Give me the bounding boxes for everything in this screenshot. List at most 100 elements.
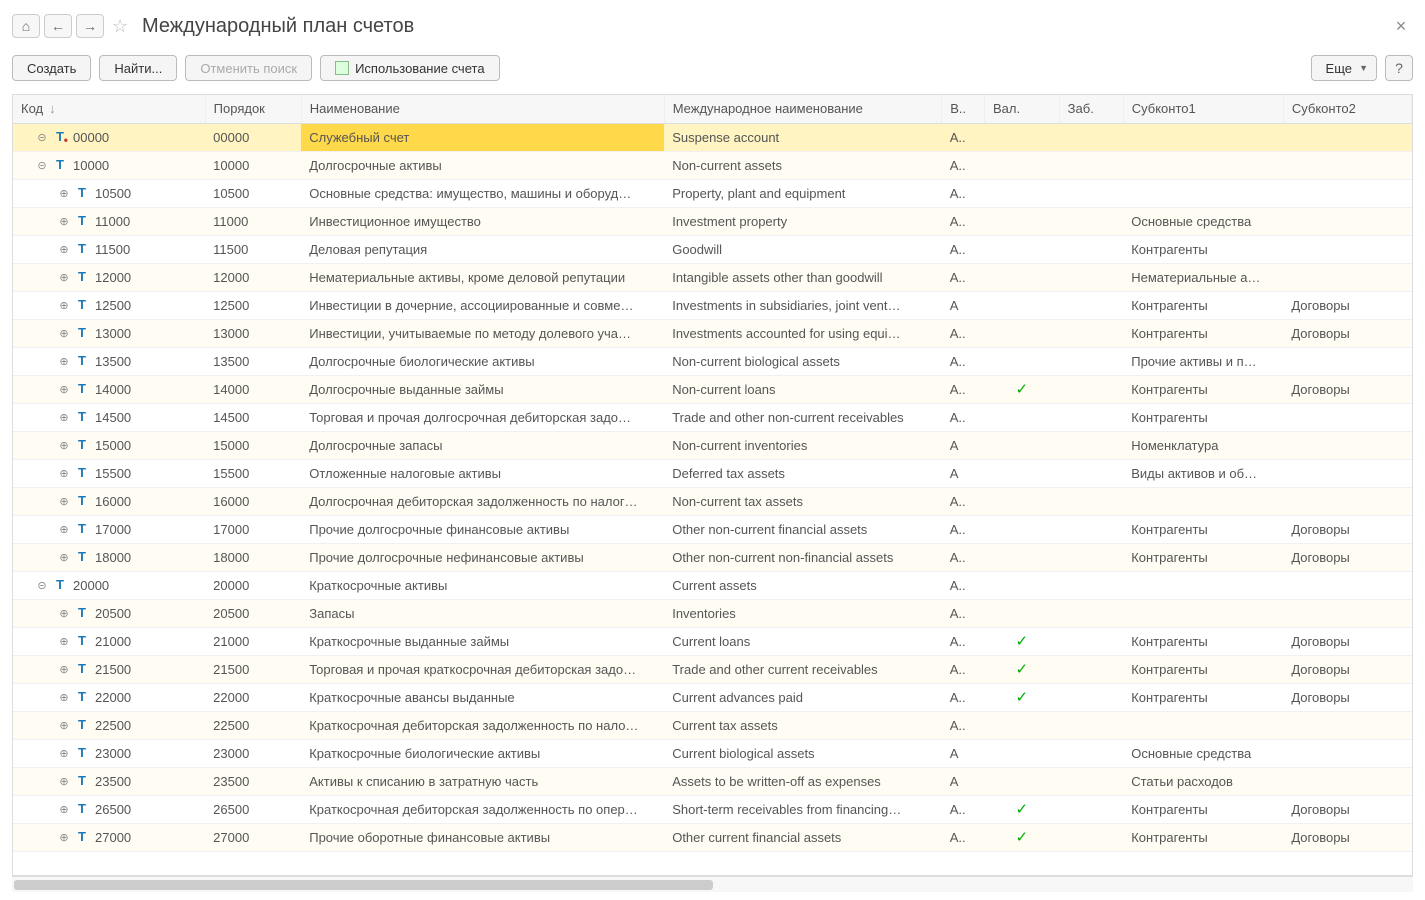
- horizontal-scrollbar[interactable]: [12, 876, 1413, 892]
- usage-button[interactable]: Использование счета: [320, 55, 499, 81]
- tree-expander-icon[interactable]: ⊕: [59, 747, 69, 760]
- cell-v: А..: [942, 543, 985, 571]
- tree-expander-icon[interactable]: ⊕: [59, 355, 69, 368]
- cell-sub2: [1283, 767, 1411, 795]
- cell-intl: Property, plant and equipment: [664, 179, 942, 207]
- close-button[interactable]: ×: [1389, 16, 1413, 37]
- col-intl[interactable]: Международное наименование: [664, 95, 942, 123]
- tree-expander-icon[interactable]: ⊕: [59, 691, 69, 704]
- cell-zab: [1059, 179, 1123, 207]
- col-v[interactable]: В..: [942, 95, 985, 123]
- account-type-icon: T: [53, 158, 67, 172]
- table-row[interactable]: ⊕T2050020500ЗапасыInventoriesА..: [13, 599, 1412, 627]
- cell-code: 16000: [95, 494, 131, 509]
- scrollbar-thumb[interactable]: [14, 880, 713, 890]
- usage-label: Использование счета: [355, 61, 484, 76]
- cell-sub1: Основные средства: [1123, 739, 1283, 767]
- tree-expander-icon[interactable]: ⊕: [59, 831, 69, 844]
- cell-order: 13500: [205, 347, 301, 375]
- tree-expander-icon[interactable]: ⊕: [59, 551, 69, 564]
- cell-name: Прочие долгосрочные финансовые активы: [301, 515, 664, 543]
- tree-expander-icon[interactable]: ⊕: [59, 719, 69, 732]
- home-button[interactable]: ⌂: [12, 14, 40, 38]
- table-row[interactable]: ⊕T2250022500Краткосрочная дебиторская за…: [13, 711, 1412, 739]
- checkmark-icon: ✓: [992, 800, 1051, 818]
- tree-expander-icon[interactable]: ⊕: [59, 467, 69, 480]
- tree-expander-icon[interactable]: ⊕: [59, 411, 69, 424]
- create-button[interactable]: Создать: [12, 55, 91, 81]
- table-row[interactable]: ⊕T1400014000Долгосрочные выданные займыN…: [13, 375, 1412, 403]
- tree-expander-icon[interactable]: ⊕: [59, 243, 69, 256]
- table-row[interactable]: ⊕T1050010500Основные средства: имущество…: [13, 179, 1412, 207]
- table-row[interactable]: ⊕T1800018000Прочие долгосрочные нефинанс…: [13, 543, 1412, 571]
- tree-expander-icon[interactable]: ⊝: [37, 579, 47, 592]
- cell-code: 12000: [95, 270, 131, 285]
- table-row[interactable]: ⊕T2100021000Краткосрочные выданные займы…: [13, 627, 1412, 655]
- tree-expander-icon[interactable]: ⊝: [37, 131, 47, 144]
- favorite-button[interactable]: ☆: [108, 14, 132, 38]
- checkmark-icon: ✓: [992, 632, 1051, 650]
- table-row[interactable]: ⊕T2300023000Краткосрочные биологические …: [13, 739, 1412, 767]
- col-zab[interactable]: Заб.: [1059, 95, 1123, 123]
- table-row[interactable]: ⊕T1150011500Деловая репутацияGoodwillА..…: [13, 235, 1412, 263]
- table-row[interactable]: ⊕T1600016000Долгосрочная дебиторская зад…: [13, 487, 1412, 515]
- tree-expander-icon[interactable]: ⊕: [59, 299, 69, 312]
- cell-sub1: Основные средства: [1123, 207, 1283, 235]
- tree-expander-icon[interactable]: ⊕: [59, 635, 69, 648]
- col-val[interactable]: Вал.: [984, 95, 1059, 123]
- table-row[interactable]: ⊕T1300013000Инвестиции, учитываемые по м…: [13, 319, 1412, 347]
- table-row[interactable]: ⊕T1500015000Долгосрочные запасыNon-curre…: [13, 431, 1412, 459]
- cell-val: [984, 263, 1059, 291]
- table-row[interactable]: ⊝T1000010000Долгосрочные активыNon-curre…: [13, 151, 1412, 179]
- help-button[interactable]: ?: [1385, 55, 1413, 81]
- forward-button[interactable]: →: [76, 14, 104, 38]
- cell-intl: Non-current tax assets: [664, 487, 942, 515]
- cell-order: 16000: [205, 487, 301, 515]
- cell-sub1: Прочие активы и п…: [1123, 347, 1283, 375]
- col-code[interactable]: Код: [13, 95, 205, 123]
- tree-expander-icon[interactable]: ⊕: [59, 327, 69, 340]
- tree-expander-icon[interactable]: ⊕: [59, 215, 69, 228]
- col-order[interactable]: Порядок: [205, 95, 301, 123]
- cell-intl: Non-current biological assets: [664, 347, 942, 375]
- tree-expander-icon[interactable]: ⊕: [59, 187, 69, 200]
- back-button[interactable]: ←: [44, 14, 72, 38]
- table-row[interactable]: ⊕T1550015500Отложенные налоговые активыD…: [13, 459, 1412, 487]
- col-sub2[interactable]: Субконто2: [1283, 95, 1411, 123]
- usage-icon: [335, 61, 349, 75]
- table-row[interactable]: ⊕T1350013500Долгосрочные биологические а…: [13, 347, 1412, 375]
- more-button[interactable]: Еще: [1311, 55, 1377, 81]
- table-row[interactable]: ⊕T2350023500Активы к списанию в затратну…: [13, 767, 1412, 795]
- col-name[interactable]: Наименование: [301, 95, 664, 123]
- tree-expander-icon[interactable]: ⊕: [59, 271, 69, 284]
- table-row[interactable]: ⊕T1100011000Инвестиционное имуществоInve…: [13, 207, 1412, 235]
- cell-val: [984, 543, 1059, 571]
- tree-expander-icon[interactable]: ⊕: [59, 495, 69, 508]
- table-row[interactable]: ⊕T2200022000Краткосрочные авансы выданны…: [13, 683, 1412, 711]
- table-row[interactable]: ⊕T1200012000Нематериальные активы, кроме…: [13, 263, 1412, 291]
- tree-expander-icon[interactable]: ⊕: [59, 803, 69, 816]
- table-row[interactable]: ⊕T1700017000Прочие долгосрочные финансов…: [13, 515, 1412, 543]
- table-row[interactable]: ⊕T1450014500Торговая и прочая долгосрочн…: [13, 403, 1412, 431]
- tree-expander-icon[interactable]: ⊕: [59, 383, 69, 396]
- table-row[interactable]: ⊕T2150021500Торговая и прочая краткосроч…: [13, 655, 1412, 683]
- accounts-table-wrap[interactable]: Код Порядок Наименование Международное н…: [12, 94, 1413, 876]
- cell-sub2: [1283, 235, 1411, 263]
- tree-expander-icon[interactable]: ⊕: [59, 775, 69, 788]
- col-sub1[interactable]: Субконто1: [1123, 95, 1283, 123]
- cell-val: ✓: [984, 375, 1059, 403]
- cell-val: [984, 235, 1059, 263]
- table-row[interactable]: ⊕T2650026500Краткосрочная дебиторская за…: [13, 795, 1412, 823]
- table-row[interactable]: ⊕T2700027000Прочие оборотные финансовые …: [13, 823, 1412, 851]
- table-row[interactable]: ⊝T2000020000Краткосрочные активыCurrent …: [13, 571, 1412, 599]
- tree-expander-icon[interactable]: ⊝: [37, 159, 47, 172]
- title-bar: ⌂ ← → ☆ Международный план счетов ×: [12, 8, 1413, 44]
- table-row[interactable]: ⊕T1250012500Инвестиции в дочерние, ассоц…: [13, 291, 1412, 319]
- tree-expander-icon[interactable]: ⊕: [59, 607, 69, 620]
- cell-val: [984, 767, 1059, 795]
- tree-expander-icon[interactable]: ⊕: [59, 439, 69, 452]
- tree-expander-icon[interactable]: ⊕: [59, 663, 69, 676]
- table-row[interactable]: ⊝T0000000000Служебный счетSuspense accou…: [13, 123, 1412, 151]
- tree-expander-icon[interactable]: ⊕: [59, 523, 69, 536]
- find-button[interactable]: Найти...: [99, 55, 177, 81]
